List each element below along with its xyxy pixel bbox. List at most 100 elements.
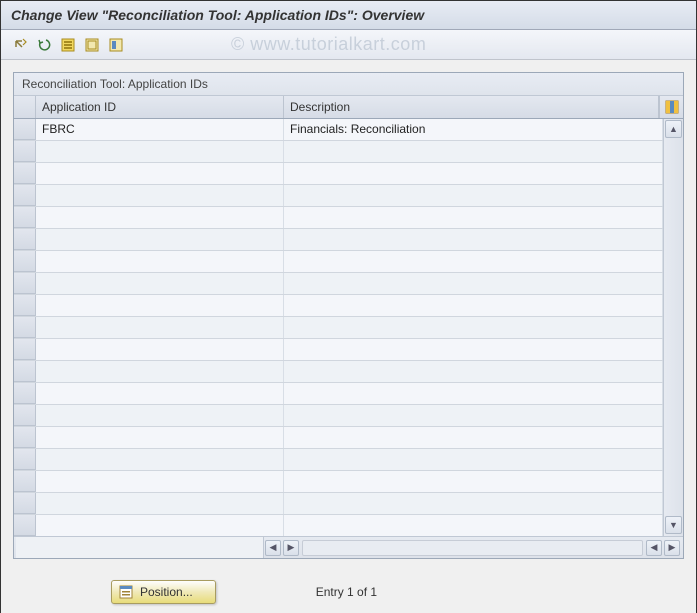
delete-button[interactable]: [105, 34, 127, 56]
cell-appid[interactable]: [36, 339, 284, 360]
cell-appid[interactable]: [36, 251, 284, 272]
cell-appid[interactable]: [36, 163, 284, 184]
row-selector[interactable]: [14, 471, 36, 492]
row-selector[interactable]: [14, 405, 36, 426]
row-selector[interactable]: [14, 449, 36, 470]
table-row[interactable]: [14, 251, 663, 273]
cell-appid[interactable]: [36, 207, 284, 228]
row-selector[interactable]: [14, 383, 36, 404]
cell-description[interactable]: [284, 361, 663, 382]
cell-description[interactable]: [284, 273, 663, 294]
cell-description[interactable]: [284, 185, 663, 206]
cell-description[interactable]: [284, 317, 663, 338]
table-row[interactable]: [14, 273, 663, 295]
row-selector[interactable]: [14, 361, 36, 382]
configure-columns-button[interactable]: [659, 96, 683, 118]
table-row[interactable]: [14, 229, 663, 251]
table-settings-icon: [665, 100, 679, 114]
row-selector[interactable]: [14, 317, 36, 338]
scroll-right-button[interactable]: ▶: [283, 540, 299, 556]
cell-description[interactable]: [284, 515, 663, 536]
table-row[interactable]: [14, 207, 663, 229]
row-selector[interactable]: [14, 295, 36, 316]
undo-button[interactable]: [33, 34, 55, 56]
table-row[interactable]: [14, 471, 663, 493]
table-row[interactable]: [14, 427, 663, 449]
scroll-up-button[interactable]: ▲: [665, 120, 682, 138]
toolbar: © www.tutorialkart.com: [1, 30, 696, 60]
table-row[interactable]: [14, 339, 663, 361]
cell-description[interactable]: [284, 141, 663, 162]
hscroll-track[interactable]: [302, 540, 643, 556]
cell-description[interactable]: [284, 383, 663, 404]
cell-description[interactable]: [284, 251, 663, 272]
cell-appid[interactable]: [36, 471, 284, 492]
column-header-description[interactable]: Description: [284, 96, 659, 118]
cell-appid[interactable]: [36, 317, 284, 338]
row-selector[interactable]: [14, 251, 36, 272]
row-selector-header[interactable]: [14, 96, 36, 118]
cell-description[interactable]: [284, 427, 663, 448]
cell-appid[interactable]: [36, 141, 284, 162]
row-selector[interactable]: [14, 185, 36, 206]
cell-description[interactable]: [284, 493, 663, 514]
table-row[interactable]: [14, 185, 663, 207]
cell-description[interactable]: [284, 163, 663, 184]
horizontal-scrollbar[interactable]: ◀ ▶ ◀ ▶: [14, 536, 683, 558]
cell-description[interactable]: Financials: Reconciliation: [284, 119, 663, 140]
cell-description[interactable]: [284, 471, 663, 492]
cell-appid[interactable]: FBRC: [36, 119, 284, 140]
row-selector[interactable]: [14, 141, 36, 162]
table-row[interactable]: [14, 317, 663, 339]
cell-appid[interactable]: [36, 185, 284, 206]
cell-description[interactable]: [284, 339, 663, 360]
table-row[interactable]: [14, 141, 663, 163]
cell-appid[interactable]: [36, 361, 284, 382]
vertical-scrollbar[interactable]: ▲ ▼: [663, 119, 683, 536]
row-selector[interactable]: [14, 207, 36, 228]
position-icon: [118, 584, 134, 600]
cell-appid[interactable]: [36, 229, 284, 250]
position-button[interactable]: Position...: [111, 580, 216, 604]
table-row[interactable]: [14, 295, 663, 317]
row-selector[interactable]: [14, 515, 36, 536]
table-row[interactable]: FBRCFinancials: Reconciliation: [14, 119, 663, 141]
scroll-down-button[interactable]: ▼: [665, 516, 682, 534]
save-button[interactable]: [81, 34, 103, 56]
grid-rows: FBRCFinancials: Reconciliation: [14, 119, 663, 536]
row-selector[interactable]: [14, 273, 36, 294]
cell-description[interactable]: [284, 229, 663, 250]
scroll-left-end-button[interactable]: ◀: [646, 540, 662, 556]
table-row[interactable]: [14, 449, 663, 471]
cell-appid[interactable]: [36, 515, 284, 536]
cell-appid[interactable]: [36, 493, 284, 514]
cell-description[interactable]: [284, 449, 663, 470]
table-row[interactable]: [14, 361, 663, 383]
cell-description[interactable]: [284, 405, 663, 426]
table-row[interactable]: [14, 515, 663, 536]
cell-appid[interactable]: [36, 295, 284, 316]
table-row[interactable]: [14, 163, 663, 185]
table-row[interactable]: [14, 493, 663, 515]
row-selector[interactable]: [14, 493, 36, 514]
table-row[interactable]: [14, 405, 663, 427]
toggle-change-button[interactable]: [9, 34, 31, 56]
scroll-right-end-button[interactable]: ▶: [664, 540, 680, 556]
row-selector[interactable]: [14, 427, 36, 448]
cell-description[interactable]: [284, 207, 663, 228]
scroll-left-button[interactable]: ◀: [265, 540, 281, 556]
column-header-appid[interactable]: Application ID: [36, 96, 284, 118]
select-all-button[interactable]: [57, 34, 79, 56]
cell-appid[interactable]: [36, 449, 284, 470]
row-selector[interactable]: [14, 229, 36, 250]
cell-appid[interactable]: [36, 273, 284, 294]
row-selector[interactable]: [14, 163, 36, 184]
row-selector[interactable]: [14, 339, 36, 360]
cell-appid[interactable]: [36, 383, 284, 404]
footer: Position... Entry 1 of 1: [1, 571, 696, 613]
table-row[interactable]: [14, 383, 663, 405]
cell-description[interactable]: [284, 295, 663, 316]
cell-appid[interactable]: [36, 405, 284, 426]
row-selector[interactable]: [14, 119, 36, 140]
cell-appid[interactable]: [36, 427, 284, 448]
